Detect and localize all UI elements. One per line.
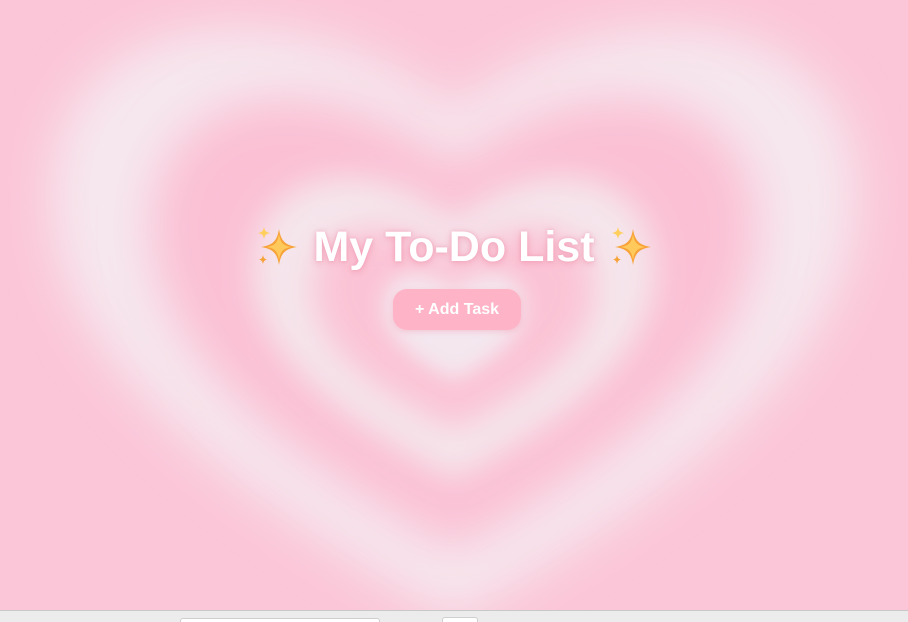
sparkles-icon (258, 226, 298, 265)
main-content: My To-Do List + Add Task (0, 0, 908, 610)
bottom-bar (0, 610, 908, 622)
bottom-bar-button[interactable] (442, 617, 478, 622)
add-task-button[interactable]: + Add Task (393, 289, 521, 330)
title-text: My To-Do List (313, 222, 595, 271)
page-title: My To-Do List (0, 222, 908, 277)
bottom-bar-tab[interactable] (180, 618, 380, 622)
sparkles-icon (611, 226, 651, 265)
